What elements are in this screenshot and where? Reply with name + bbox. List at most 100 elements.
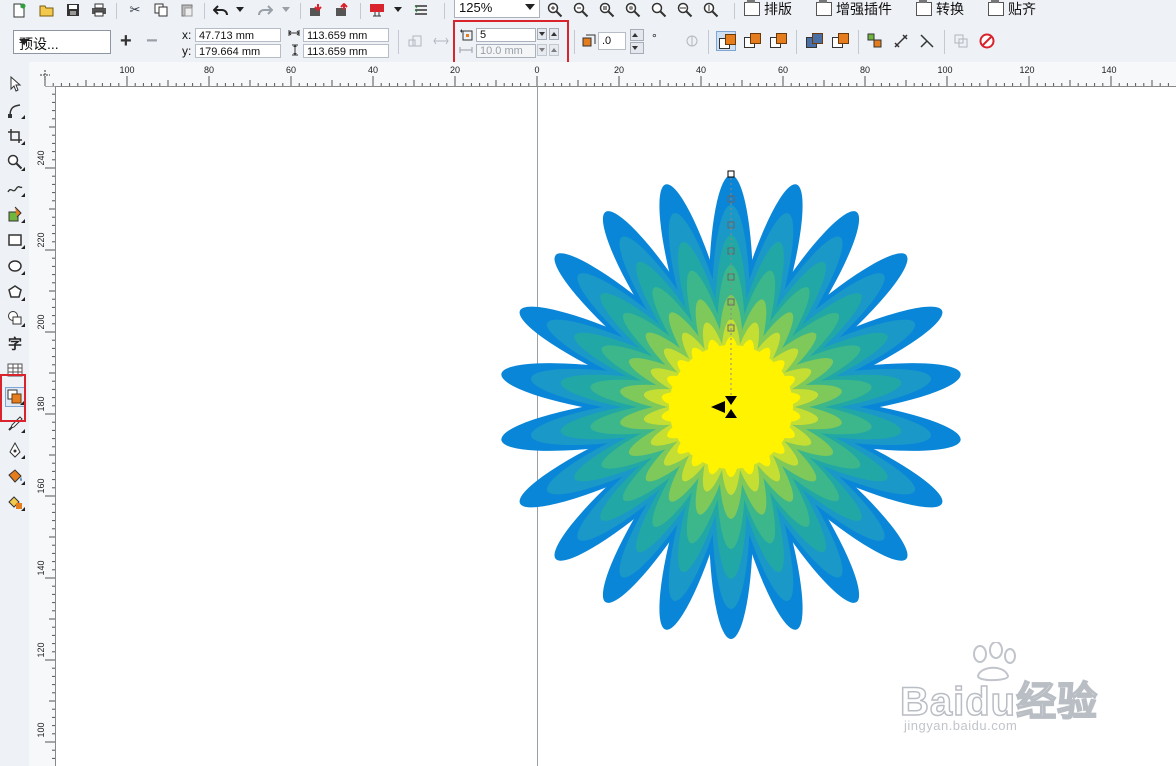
zoom-level-value: 125% [459, 0, 493, 15]
chevron-down-icon [525, 4, 535, 10]
menu-convert[interactable]: 转换 [916, 0, 964, 18]
pick-tool[interactable] [5, 74, 25, 94]
export-icon[interactable] [334, 2, 352, 18]
cut-icon[interactable]: ✂ [126, 2, 144, 18]
contour-to-center-button[interactable] [768, 31, 788, 51]
steps-highlight-frame [453, 20, 569, 67]
ruler-label: 0 [534, 65, 540, 75]
corner-mitered-icon[interactable] [580, 33, 598, 49]
clear-contour-icon[interactable] [918, 33, 936, 49]
property-bar: 预设... + − x: y: 47.713 mm 179.664 mm 113… [0, 22, 1176, 63]
height-field[interactable]: 113.659 mm [303, 44, 389, 58]
contour-inside-button[interactable] [716, 31, 736, 51]
outline-pen-tool[interactable] [5, 440, 25, 460]
ruler-label: 40 [695, 65, 707, 75]
zoom-in-icon[interactable] [546, 2, 564, 18]
redo-dropdown-icon[interactable] [280, 2, 292, 18]
vertical-ruler[interactable]: 240 220 200 180 160 140 120 100 [29, 86, 56, 766]
ruler-origin-icon[interactable] [38, 68, 52, 82]
open-icon[interactable] [38, 2, 56, 18]
ruler-label: 200 [36, 314, 46, 330]
ruler-label: 100 [36, 722, 46, 738]
layout-icon [744, 0, 760, 16]
contour-outside-button[interactable] [742, 31, 762, 51]
remove-preset-button[interactable]: − [146, 31, 158, 51]
menu-snap[interactable]: 贴齐 [988, 0, 1036, 18]
save-icon[interactable] [64, 2, 82, 18]
ruler-label: 160 [36, 478, 46, 494]
add-preset-button[interactable]: + [120, 31, 132, 51]
menu-plugins[interactable]: 增强插件 [816, 0, 892, 18]
polygon-tool[interactable] [5, 282, 25, 302]
undo-icon[interactable] [212, 2, 230, 18]
zoom-selected-icon[interactable] [598, 2, 616, 18]
ruler-label: 140 [1101, 65, 1117, 75]
width-field[interactable]: 113.659 mm [303, 28, 389, 42]
height-icon [290, 44, 300, 59]
publish-dropdown-icon[interactable] [392, 2, 404, 18]
import-icon[interactable] [308, 2, 326, 18]
angle-increment-button[interactable] [630, 29, 644, 41]
options-list-icon[interactable] [412, 2, 430, 18]
basic-shapes-tool[interactable] [5, 308, 25, 328]
copy-contour-properties-icon[interactable] [866, 33, 884, 49]
clear-icon[interactable] [978, 33, 996, 49]
menu-layout-label: 排版 [764, 1, 792, 17]
interactive-fill-tool[interactable] [5, 492, 25, 512]
vertical-guideline[interactable] [537, 87, 538, 766]
new-document-icon[interactable] [10, 2, 28, 18]
ruler-label: 120 [1019, 65, 1035, 75]
fill-color-button[interactable] [830, 31, 850, 51]
zoom-height-icon[interactable] [702, 2, 720, 18]
ellipse-tool[interactable] [5, 256, 25, 276]
undo-dropdown-icon[interactable] [234, 2, 246, 18]
ruler-label: 120 [36, 642, 46, 658]
standard-toolbar: ✂ 125% 排版 增强插件 转换 贴齐 [0, 0, 1176, 23]
outline-color-button[interactable] [804, 31, 824, 51]
freehand-tool[interactable] [5, 178, 25, 198]
fill-tool[interactable] [5, 466, 25, 486]
chevron-down-icon [19, 39, 29, 45]
zoom-tool[interactable] [5, 152, 25, 172]
baidu-watermark: Baidu经验 jingyan.baidu.com [899, 642, 1140, 742]
preset-dropdown[interactable]: 预设... [13, 30, 111, 54]
rectangle-tool[interactable] [5, 230, 25, 250]
paste-icon[interactable] [178, 2, 196, 18]
y-position-field[interactable]: 179.664 mm [195, 44, 281, 58]
y-label: y: [182, 44, 192, 58]
smart-fill-tool[interactable] [5, 204, 25, 224]
publish-pdf-icon[interactable] [368, 2, 386, 18]
angle-decrement-button[interactable] [630, 42, 644, 54]
print-icon[interactable] [90, 2, 108, 18]
text-tool[interactable]: 字 [5, 334, 25, 354]
snap-icon [988, 0, 1004, 16]
horizontal-ruler[interactable]: 100 80 60 40 20 0 20 40 60 80 100 120 14… [29, 62, 1176, 87]
watermark-url-text: jingyan.baidu.com [904, 718, 1018, 733]
copy-icon[interactable] [152, 2, 170, 18]
menu-convert-label: 转换 [936, 1, 964, 17]
contour-direction-icon[interactable] [432, 33, 450, 49]
color-direction-icon[interactable] [683, 33, 701, 49]
contour-to-center-icon[interactable] [406, 33, 424, 49]
x-position-field[interactable]: 47.713 mm [195, 28, 281, 42]
angle-field[interactable]: .0 [598, 32, 626, 50]
menu-layout[interactable]: 排版 [744, 0, 792, 18]
convert-icon [916, 0, 932, 16]
ruler-label: 80 [203, 65, 215, 75]
menu-plugins-label: 增强插件 [836, 1, 892, 17]
zoom-out-icon[interactable] [572, 2, 590, 18]
redo-icon[interactable] [256, 2, 274, 18]
ruler-label: 20 [613, 65, 625, 75]
ruler-label: 40 [367, 65, 379, 75]
shape-tool[interactable] [5, 100, 25, 120]
contour-tool-highlight-frame [0, 374, 26, 422]
zoom-page-icon[interactable] [650, 2, 668, 18]
copy-properties-icon[interactable] [952, 33, 970, 49]
zoom-width-icon[interactable] [676, 2, 694, 18]
acceleration-icon[interactable] [892, 33, 910, 49]
zoom-level-dropdown[interactable]: 125% [454, 0, 540, 18]
zoom-all-icon[interactable] [624, 2, 642, 18]
crop-tool[interactable] [5, 126, 25, 146]
plugins-icon [816, 0, 832, 16]
horizontal-ruler-ticks [44, 76, 1169, 86]
